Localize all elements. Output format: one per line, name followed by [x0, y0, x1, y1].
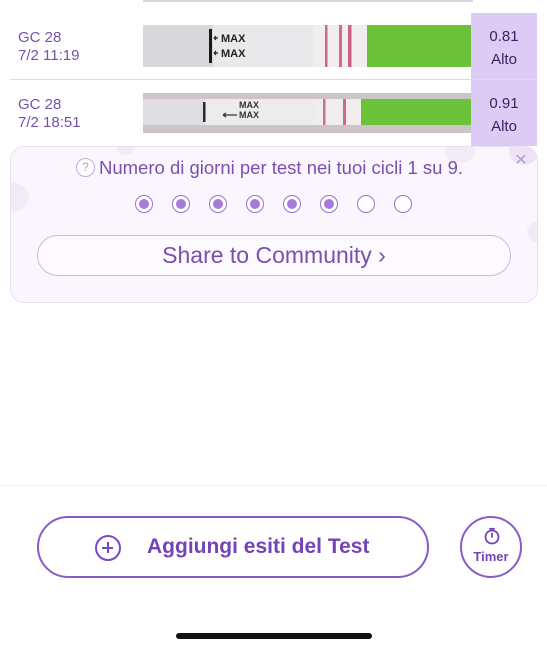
progress-dot-empty — [394, 195, 412, 213]
chevron-right-icon: › — [378, 242, 386, 268]
progress-dot-filled — [209, 195, 227, 213]
timer-button[interactable]: Timer — [460, 516, 522, 578]
test-datetime: 7/2 11:19 — [18, 47, 80, 64]
progress-dot-filled — [320, 195, 338, 213]
strip-label: MAX — [239, 100, 259, 110]
app-screen: GC 28 7/2 11:19 MAX MAX 0.81 Alto GC 28 … — [0, 0, 547, 650]
progress-dot-filled — [246, 195, 264, 213]
test-strip-image[interactable]: MAX MAX — [143, 93, 473, 135]
add-test-results-label: Aggiungi esiti del Test — [147, 535, 370, 558]
progress-dot-empty — [357, 195, 375, 213]
share-label: Share to Community — [162, 242, 372, 268]
progress-dot-filled — [172, 195, 190, 213]
previous-strip-edge — [143, 0, 473, 2]
test-name: GC 28 — [18, 29, 62, 46]
strip-photo: MAX MAX — [143, 25, 473, 67]
timer-label: Timer — [473, 549, 509, 564]
result-badge: 0.81 Alto — [471, 13, 537, 79]
share-to-community-button[interactable]: Share to Community › — [37, 235, 511, 276]
result-level: Alto — [491, 118, 517, 135]
strip-photo: MAX MAX — [143, 93, 473, 133]
progress-dots — [135, 195, 412, 213]
home-indicator[interactable] — [176, 633, 372, 639]
bottom-bar-divider — [0, 485, 547, 486]
progress-dot-filled — [135, 195, 153, 213]
add-test-results-button[interactable]: Aggiungi esiti del Test — [37, 516, 429, 578]
test-row[interactable]: GC 28 7/2 11:19 MAX MAX 0.81 Alto — [0, 13, 547, 79]
result-value: 0.81 — [489, 28, 519, 45]
decorative-blob — [11, 182, 29, 212]
card-title: Numero di giorni per test nei tuoi cicli… — [99, 157, 464, 178]
plus-circle-icon — [95, 535, 121, 561]
decorative-blob — [116, 147, 134, 155]
strip-label: MAX — [221, 33, 246, 45]
progress-dot-filled — [283, 195, 301, 213]
test-info: GC 28 7/2 18:51 — [18, 96, 81, 132]
strip-label: MAX — [221, 48, 246, 60]
test-row[interactable]: GC 28 7/2 18:51 MAX MAX 0.91 Alto — [0, 80, 547, 146]
close-icon[interactable]: ✕ — [509, 149, 533, 173]
cycle-info-card: ✕ ? Numero di giorni per test nei tuoi c… — [10, 146, 538, 303]
test-strip-image[interactable]: MAX MAX — [143, 25, 473, 67]
stopwatch-icon — [484, 527, 500, 545]
result-value: 0.91 — [489, 95, 519, 112]
result-level: Alto — [491, 51, 517, 68]
test-datetime: 7/2 18:51 — [18, 114, 81, 131]
test-info: GC 28 7/2 11:19 — [18, 29, 79, 65]
help-icon[interactable]: ? — [76, 158, 95, 177]
result-badge: 0.91 Alto — [471, 80, 537, 146]
decorative-blob — [527, 221, 537, 243]
strip-label: MAX — [239, 110, 259, 120]
test-name: GC 28 — [18, 96, 62, 113]
